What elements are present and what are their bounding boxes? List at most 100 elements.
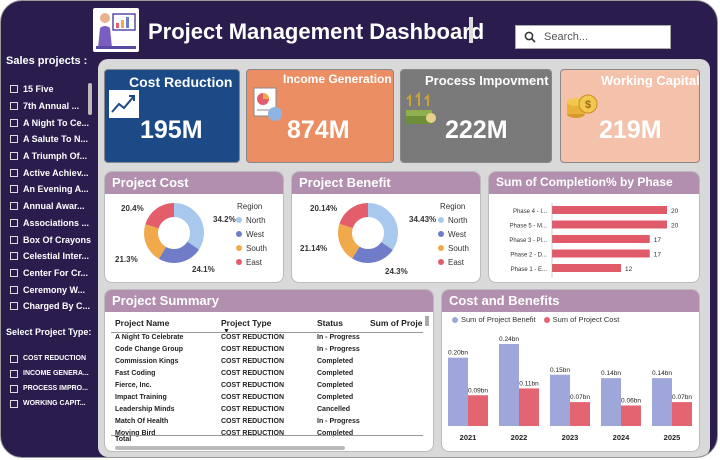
checkbox[interactable] [10, 185, 18, 194]
sales-slicer-item[interactable]: A Triumph Of... [10, 148, 91, 165]
checkbox[interactable] [10, 268, 18, 277]
slicer-item-label: Celestial Inter... [23, 251, 90, 262]
checkbox[interactable] [10, 118, 18, 127]
phase-bar[interactable] [552, 249, 650, 258]
cost-benefits-card: Cost and Benefits Sum of Project Benefit… [441, 289, 700, 452]
legend-title: Region [237, 202, 263, 211]
kpi-cost-reduction[interactable]: Cost Reduction 195M [104, 69, 240, 163]
legend-swatch [236, 217, 242, 223]
table-row[interactable]: Match Of Health COST REDUCTION In - Progre… [105, 418, 423, 430]
sales-slicer-item[interactable]: 7th Annual ... [10, 98, 91, 115]
summary-scrollbar[interactable] [115, 446, 345, 450]
checkbox[interactable] [10, 354, 18, 363]
phase-bar-chart[interactable]: Phase 4 - I... 20 Phase 5 - M... 20 Phase 3 … [489, 200, 700, 282]
project-cost-donut[interactable] [143, 202, 205, 264]
checkbox[interactable] [10, 202, 18, 211]
table-row[interactable]: Impact Training COST REDUCTION Completed [105, 394, 423, 406]
table-row[interactable]: A Night To Celebrate COST REDUCTION In - P… [105, 334, 423, 346]
report-icon [251, 86, 285, 129]
benefit-bar[interactable] [550, 374, 570, 426]
cell-project-type: COST REDUCTION [221, 418, 284, 425]
cell-status: Completed [317, 394, 354, 401]
sales-slicer-scrollbar[interactable] [88, 83, 92, 115]
kpi-working-capital[interactable]: Working Capital $ 219M [560, 69, 700, 163]
phase-label: Phase 5 - M... [510, 224, 548, 230]
slicer-item-label: Center For Cr... [23, 267, 89, 278]
cost-benefits-bar-chart[interactable]: 0.20bn 0.09bn 2021 0.24bn 0.11bn 2022 0.15bn 0.… [442, 328, 700, 452]
checkbox[interactable] [10, 369, 18, 378]
sales-slicer-item[interactable]: Box Of Crayons [10, 231, 91, 248]
benefit-bar[interactable] [601, 378, 621, 426]
column-header-project-name[interactable]: Project Name [115, 318, 169, 328]
sales-slicer-item[interactable]: Center For Cr... [10, 265, 91, 282]
title-divider [469, 17, 473, 43]
phase-value-label: 20 [671, 223, 679, 230]
checkbox[interactable] [10, 218, 18, 227]
cell-project-name: Fierce, Inc. [115, 382, 152, 389]
slicer-item-label: Annual Awar... [23, 201, 85, 212]
column-header-sum[interactable]: Sum of Proje [370, 318, 422, 328]
cost-bar[interactable] [672, 402, 692, 426]
project-benefit-card: Project Benefit 20.14% 34.43% 21.14% 24.… [291, 171, 481, 283]
type-slicer-item[interactable]: PROCESS IMPRO... [10, 381, 89, 396]
sales-slicer-item[interactable]: A Salute To N... [10, 131, 91, 148]
checkbox[interactable] [10, 135, 18, 144]
legend-swatch [236, 259, 242, 265]
legend-swatch [236, 245, 242, 251]
cost-bar[interactable] [621, 405, 641, 427]
column-header-project-type[interactable]: Project Type [221, 318, 271, 328]
checkbox[interactable] [10, 235, 18, 244]
table-row[interactable]: Fast Coding COST REDUCTION Completed [105, 370, 423, 382]
legend-item-cost: Sum of Project Cost [543, 315, 619, 324]
benefit-bar[interactable] [499, 344, 519, 426]
summary-vertical-scrollbar[interactable] [425, 316, 429, 326]
sales-slicer-item[interactable]: An Evening A... [10, 181, 91, 198]
phase-bar[interactable] [552, 206, 667, 214]
checkbox[interactable] [10, 302, 18, 311]
sales-slicer-item[interactable]: Ceremony W... [10, 281, 91, 298]
kpi-title: Cost Reduction [129, 74, 233, 90]
checkbox[interactable] [10, 399, 18, 408]
sales-slicer-item[interactable]: Annual Awar... [10, 198, 91, 215]
card-title: Project Summary [105, 290, 433, 312]
sales-slicer-item[interactable]: Celestial Inter... [10, 248, 91, 265]
cost-bar[interactable] [570, 402, 590, 426]
checkbox[interactable] [10, 285, 18, 294]
search-box[interactable]: Search... [515, 25, 671, 49]
table-row[interactable]: Commission Kings COST REDUCTION Completed [105, 358, 423, 370]
kpi-process-improvement[interactable]: Process Impovment 222M [400, 69, 552, 163]
phase-bar[interactable] [552, 264, 621, 272]
legend-swatch [438, 259, 444, 265]
table-row[interactable]: Code Change Group COST REDUCTION In - Prog… [105, 346, 423, 358]
checkbox[interactable] [10, 102, 18, 111]
sales-slicer-item[interactable]: 15 Five [10, 81, 91, 98]
checkbox[interactable] [10, 384, 18, 393]
column-header-status[interactable]: Status [317, 318, 343, 328]
legend-label: West [246, 229, 265, 239]
phase-value-label: 17 [654, 252, 662, 259]
cell-project-type: COST REDUCTION [221, 334, 284, 341]
phase-bar[interactable] [552, 235, 650, 243]
checkbox[interactable] [10, 168, 18, 177]
bar-value-label: 0.14bn [601, 370, 621, 377]
sales-slicer-item[interactable]: A Night To Ce... [10, 114, 91, 131]
sales-slicer-item[interactable]: Active Achiev... [10, 164, 91, 181]
checkbox[interactable] [10, 85, 18, 94]
phase-bar[interactable] [552, 220, 667, 229]
sales-slicer-item[interactable]: Charged By C... [10, 298, 91, 315]
kpi-income-generation[interactable]: Income Generation 874M [246, 69, 394, 163]
project-benefit-donut[interactable] [337, 202, 399, 264]
cost-bar[interactable] [468, 395, 488, 426]
benefit-bar[interactable] [652, 378, 672, 426]
sales-slicer-item[interactable]: Associations ... [10, 215, 91, 232]
table-row[interactable]: Fierce, Inc. COST REDUCTION Completed [105, 382, 423, 394]
type-slicer-item[interactable]: COST REDUCTION [10, 351, 89, 366]
type-slicer-item[interactable]: INCOME GENERA... [10, 366, 89, 381]
table-row[interactable]: Leadership Minds COST REDUCTION Cancelled [105, 406, 423, 418]
checkbox[interactable] [10, 252, 18, 261]
type-slicer-item[interactable]: WORKING CAPIT... [10, 396, 89, 411]
checkbox[interactable] [10, 152, 18, 161]
cost-bar[interactable] [519, 388, 539, 426]
project-cost-legend: North West South East [236, 213, 267, 269]
benefit-bar[interactable] [448, 357, 468, 426]
